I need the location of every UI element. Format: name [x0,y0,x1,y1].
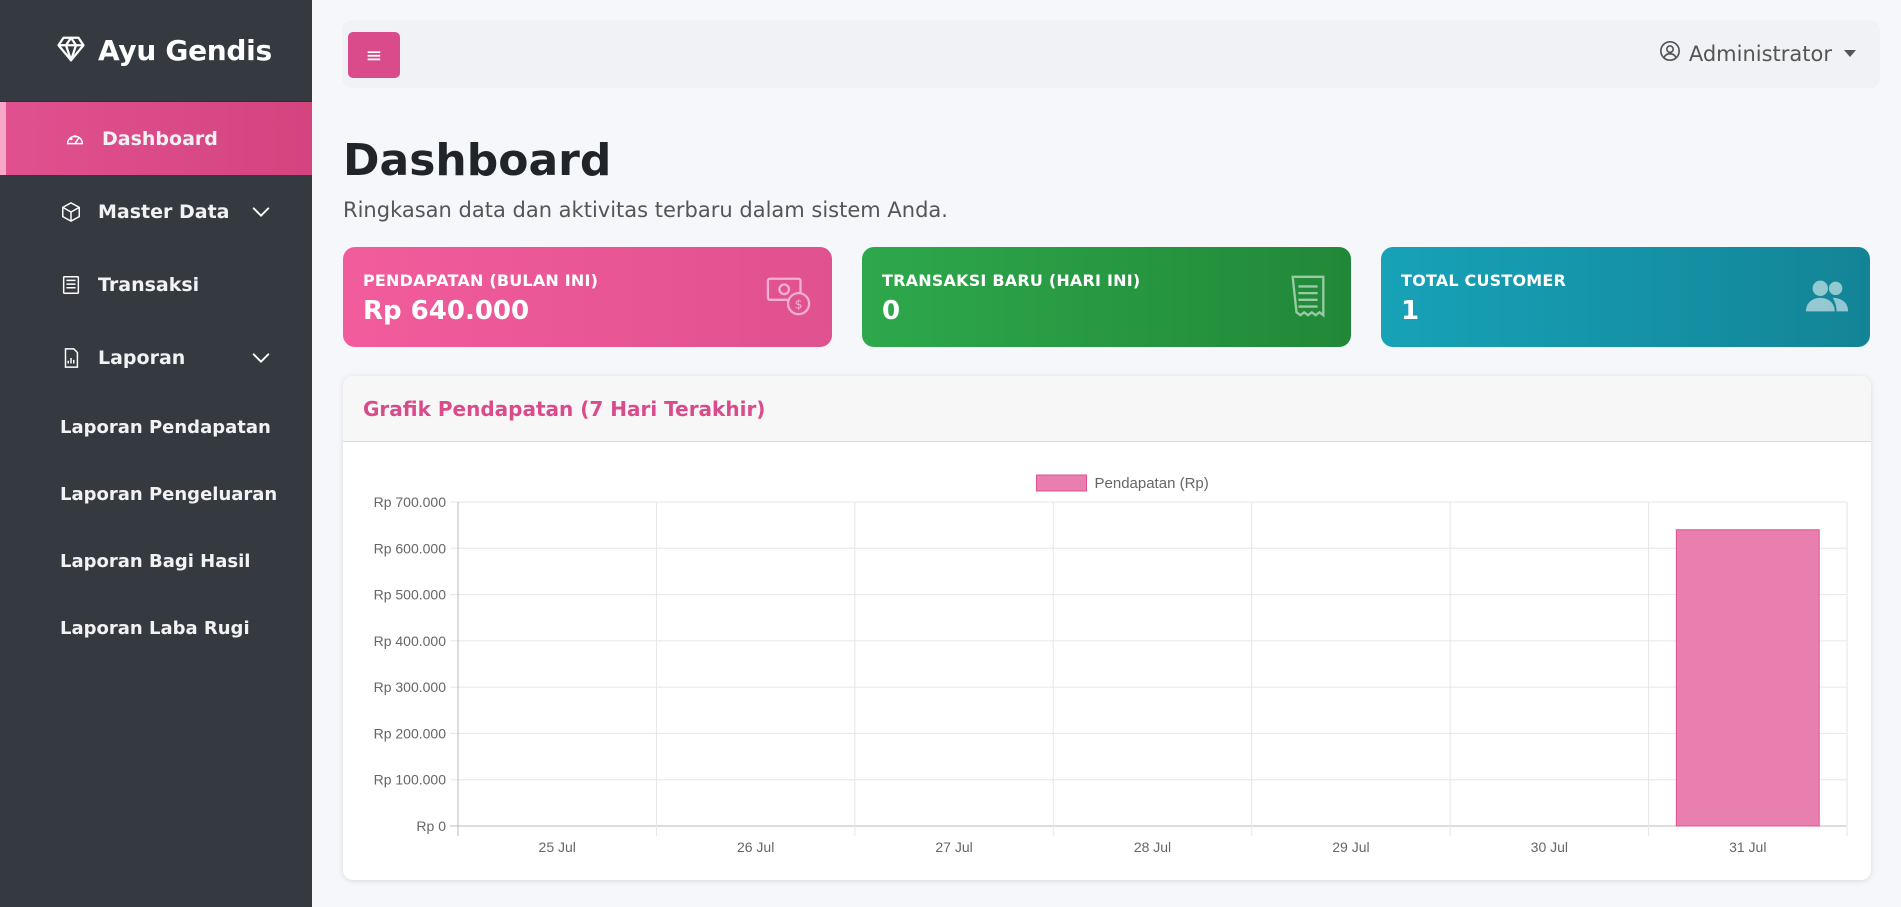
sidebar-item-dashboard[interactable]: Dashboard [0,102,312,175]
sidebar-subitem-laporan-bagi-hasil[interactable]: Laporan Bagi Hasil [0,528,312,595]
sidebar-item-master-data[interactable]: Master Data [0,175,312,248]
svg-text:$: $ [795,296,803,311]
sidebar-subitem-laporan-laba-rugi[interactable]: Laporan Laba Rugi [0,595,312,662]
x-tick-label: 29 Jul [1332,839,1369,855]
x-tick-label: 30 Jul [1531,839,1568,855]
revenue-bar-chart: Rp 0 Rp 100.000 Rp 200.000 Rp 300.000 Rp 400… [374,474,1848,855]
sidebar-subitem-laporan-pendapatan[interactable]: Laporan Pendapatan [0,394,312,461]
hamburger-icon: ≡ [365,43,383,67]
legend-swatch [1036,474,1087,492]
user-circle-icon [1659,40,1681,67]
people-icon [1804,273,1850,319]
sidebar-item-label: Master Data [98,200,230,223]
sidebar-item-label: Dashboard [102,127,218,150]
topbar: ≡ Administrator [342,20,1880,88]
sidebar-item-transaksi[interactable]: Transaksi [0,248,312,321]
bar [1675,529,1820,827]
page-title: Dashboard [343,135,612,186]
y-tick-label: Rp 500.000 [374,587,447,603]
user-name: Administrator [1688,41,1832,66]
stat-card-transaksi: TRANSAKSI BARU (HARI INI) 0 [862,247,1351,347]
x-tick-label: 28 Jul [1134,839,1171,855]
user-menu[interactable]: Administrator [1659,40,1856,67]
chevron-down-icon[interactable] [250,347,272,369]
x-tick-label: 31 Jul [1729,839,1766,855]
sidebar-subitem-laporan-pengeluaran[interactable]: Laporan Pengeluaran [0,461,312,528]
x-tick-label: 27 Jul [935,839,972,855]
y-tick-label: Rp 300.000 [374,679,447,695]
y-tick-label: Rp 600.000 [374,540,447,556]
receipt-icon [60,274,82,296]
report-chart-icon [60,347,82,369]
sidebar: Ayu Gendis Dashboard Master Data Transak… [0,0,312,907]
revenue-chart-card: Grafik Pendapatan (7 Hari Terakhir) Rp 0… [343,376,1871,880]
speedometer-icon [64,128,86,150]
legend-label: Pendapatan (Rp) [1095,475,1209,492]
sidebar-item-laporan[interactable]: Laporan [0,321,312,394]
sidebar-item-label: Transaksi [98,273,200,296]
receipt-icon [1285,273,1331,319]
cash-coin-icon: $ [766,273,812,319]
y-tick-label: Rp 100.000 [374,772,447,788]
stat-card-pendapatan: PENDAPATAN (BULAN INI) Rp 640.000 $ [343,247,832,347]
x-tick-label: 25 Jul [539,839,576,855]
stat-value: 1 [1401,296,1420,326]
stat-label: PENDAPATAN (BULAN INI) [363,271,599,290]
brand-name: Ayu Gendis [98,34,272,67]
chart-header: Grafik Pendapatan (7 Hari Terakhir) [343,376,1871,442]
chart-body: Rp 0 Rp 100.000 Rp 200.000 Rp 300.000 Rp 400… [343,442,1871,880]
diamond-icon [56,34,86,68]
caret-down-icon [1844,50,1856,57]
stat-value: Rp 640.000 [363,296,530,326]
page-subtitle: Ringkasan data dan aktivitas terbaru dal… [343,198,948,222]
sidebar-item-label: Laporan [98,346,186,369]
y-tick-label: Rp 700.000 [374,494,447,510]
stat-value: 0 [882,296,901,326]
brand[interactable]: Ayu Gendis [0,0,312,102]
sidebar-toggle-button[interactable]: ≡ [348,32,400,78]
chevron-down-icon[interactable] [250,201,272,223]
stat-label: TOTAL CUSTOMER [1401,271,1567,290]
stat-label: TRANSAKSI BARU (HARI INI) [882,271,1141,290]
stat-card-customer: TOTAL CUSTOMER 1 [1381,247,1870,347]
chart-title: Grafik Pendapatan (7 Hari Terakhir) [363,396,766,421]
box-icon [60,201,82,223]
y-tick-label: Rp 200.000 [374,725,447,741]
x-tick-label: 26 Jul [737,839,774,855]
y-tick-label: Rp 400.000 [374,633,447,649]
y-tick-label: Rp 0 [416,818,446,834]
